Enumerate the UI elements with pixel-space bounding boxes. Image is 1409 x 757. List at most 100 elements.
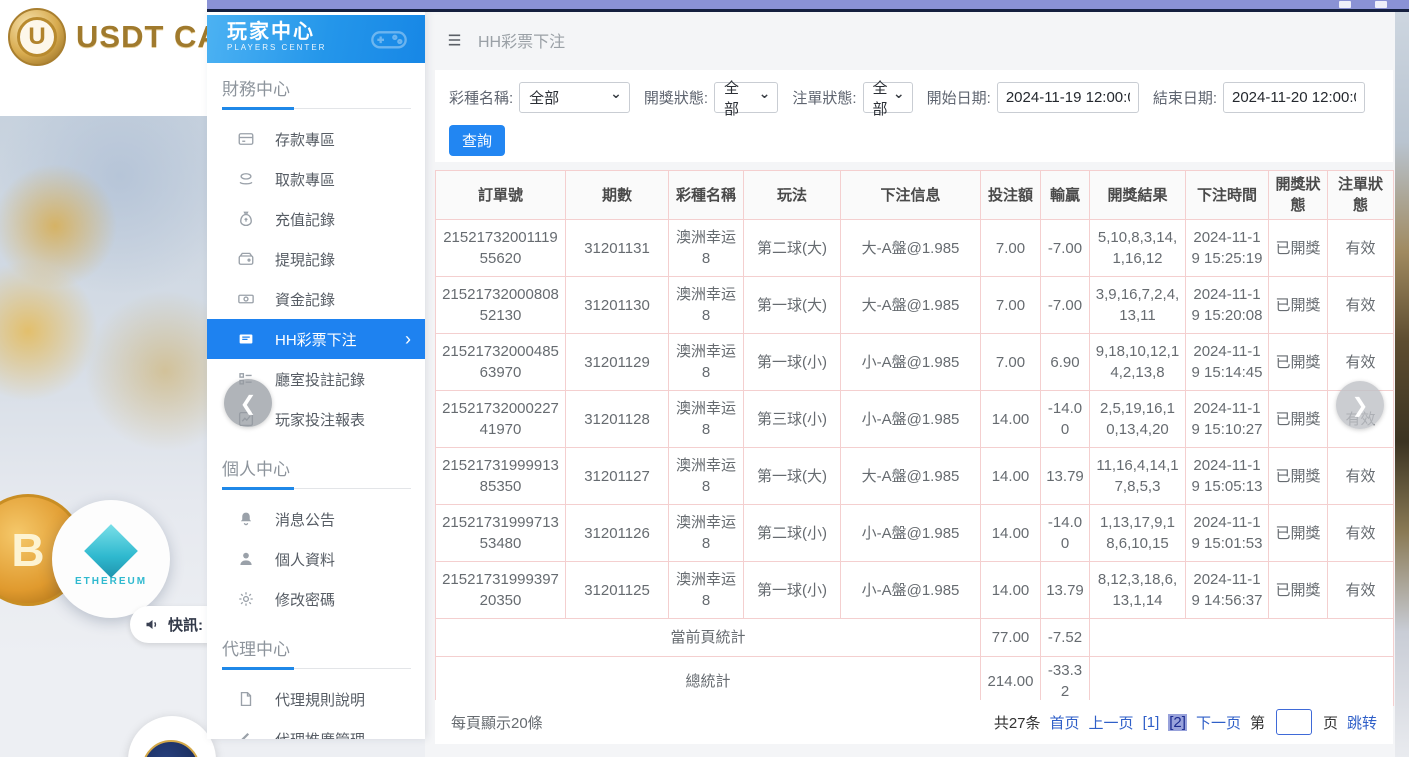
- sidebar-item[interactable]: 充值記錄: [207, 199, 425, 239]
- browser-top-strip: [207, 0, 1409, 9]
- lottery-name-label: 彩種名稱:: [449, 87, 513, 108]
- summary-label: 當前頁統計: [436, 619, 981, 657]
- column-header: 開獎結果: [1090, 171, 1186, 220]
- table-cell: 31201125: [566, 562, 669, 619]
- draw-status-select[interactable]: 全部: [714, 82, 778, 113]
- first-page-link[interactable]: 首页: [1050, 712, 1080, 733]
- prev-page-link[interactable]: 上一页: [1089, 712, 1134, 733]
- table-cell: 2024-11-19 15:25:19: [1186, 220, 1269, 277]
- sidebar-item[interactable]: 提現記錄: [207, 239, 425, 279]
- column-header: 玩法: [744, 171, 841, 220]
- sidebar-item[interactable]: HH彩票下注›: [207, 319, 425, 359]
- gear-icon: [237, 590, 255, 608]
- section-divider: [222, 107, 411, 110]
- table-cell: 已開獎: [1269, 277, 1328, 334]
- table-cell: 14.00: [981, 391, 1041, 448]
- table-cell: 澳洲幸运8: [669, 448, 744, 505]
- page-link[interactable]: [1]: [1143, 714, 1160, 731]
- order-status-select[interactable]: 全部: [863, 82, 913, 113]
- sidebar-item[interactable]: 消息公告: [207, 499, 425, 539]
- sidebar-section: 代理中心代理規則說明代理推廣管理: [207, 635, 425, 739]
- sidebar-item[interactable]: 代理規則說明: [207, 679, 425, 719]
- table-cell: 有效: [1328, 448, 1394, 505]
- next-page-link[interactable]: 下一页: [1196, 712, 1241, 733]
- sidebar-item[interactable]: 修改密碼: [207, 579, 425, 619]
- gamepad-icon: [363, 19, 415, 59]
- panel-expand-toggle[interactable]: ❯: [1336, 381, 1384, 429]
- table-cell: 第一球(大): [744, 277, 841, 334]
- bets-table-card: 訂單號期數彩種名稱玩法下注信息投注額輸贏開獎結果下注時間開獎狀態注單狀態 2152…: [435, 170, 1393, 706]
- table-cell: 澳洲幸运8: [669, 391, 744, 448]
- sidebar-item-label: 代理規則說明: [275, 689, 365, 710]
- sidebar-item[interactable]: 取款專區: [207, 159, 425, 199]
- column-header: 開獎狀態: [1269, 171, 1328, 220]
- table-row: 215217319997135348031201126澳洲幸运8第二球(小)小-…: [436, 505, 1394, 562]
- table-row: 215217320004856397031201129澳洲幸运8第一球(小)小-…: [436, 334, 1394, 391]
- table-cell: 2024-11-19 15:20:08: [1186, 277, 1269, 334]
- table-cell: 第一球(小): [744, 334, 841, 391]
- end-date-input[interactable]: [1223, 82, 1365, 113]
- main-content: HH彩票下注 彩種名稱: 全部 開獎狀態: 全部 注單狀態: 全部 開始日期: …: [425, 12, 1395, 757]
- table-cell: 31201127: [566, 448, 669, 505]
- hamburger-menu-icon[interactable]: [445, 32, 464, 48]
- table-row: 215217319999138535031201127澳洲幸运8第一球(大)大-…: [436, 448, 1394, 505]
- table-cell: 有效: [1328, 220, 1394, 277]
- sidebar-item[interactable]: 代理推廣管理: [207, 719, 425, 739]
- sidebar-item-label: 提現記錄: [275, 249, 335, 270]
- sidebar-item[interactable]: 資金記錄: [207, 279, 425, 319]
- page-summary-row: 當前頁統計77.00-7.52: [436, 619, 1394, 657]
- section-divider: [222, 487, 411, 490]
- table-cell: 6.90: [1041, 334, 1090, 391]
- table-cell: 已開獎: [1269, 448, 1328, 505]
- table-cell: 14.00: [981, 562, 1041, 619]
- jump-suffix-label: 页: [1323, 712, 1338, 733]
- table-cell: 澳洲幸运8: [669, 505, 744, 562]
- sidebar-collapse-toggle[interactable]: ❮: [224, 379, 272, 427]
- table-cell: 第一球(小): [744, 562, 841, 619]
- table-cell: 14.00: [981, 448, 1041, 505]
- lottery-name-select[interactable]: 全部: [519, 82, 630, 113]
- pager-controls: 共27条 首页 上一页 [1][2] 下一页 第 页 跳转: [994, 709, 1377, 735]
- sidebar-item-label: 個人資料: [275, 549, 335, 570]
- table-cell: 小-A盤@1.985: [841, 334, 981, 391]
- table-cell: 已開獎: [1269, 391, 1328, 448]
- table-row: 215217320008085213031201130澳洲幸运8第一球(大)大-…: [436, 277, 1394, 334]
- table-cell: 2152173199971353480: [436, 505, 566, 562]
- page-link[interactable]: [2]: [1168, 714, 1187, 731]
- section-divider: [222, 667, 411, 670]
- summary-win-loss: -33.32: [1041, 657, 1090, 706]
- casino-logo-icon: U: [8, 8, 66, 66]
- table-cell: 有效: [1328, 562, 1394, 619]
- table-cell: 2152173199991385350: [436, 448, 566, 505]
- jump-page-input[interactable]: [1276, 709, 1312, 735]
- order-status-value: 全部: [873, 77, 888, 119]
- news-ticker[interactable]: 快訊:: [130, 606, 210, 643]
- table-cell: 7.00: [981, 220, 1041, 277]
- logo-letter: U: [17, 17, 57, 57]
- column-header: 期數: [566, 171, 669, 220]
- table-row: 215217319993972035031201125澳洲幸运8第一球(小)小-…: [436, 562, 1394, 619]
- table-cell: 大-A盤@1.985: [841, 277, 981, 334]
- jump-button[interactable]: 跳转: [1347, 712, 1377, 733]
- draw-status-value: 全部: [724, 77, 753, 119]
- withdraw-icon: [237, 170, 255, 188]
- search-button[interactable]: 查詢: [449, 125, 505, 156]
- summary-bet-total: 214.00: [981, 657, 1041, 706]
- sidebar-item[interactable]: 個人資料: [207, 539, 425, 579]
- sidebar-item-label: 代理推廣管理: [275, 729, 365, 740]
- table-cell: 31201131: [566, 220, 669, 277]
- wallet-icon: [237, 250, 255, 268]
- table-header-row: 訂單號期數彩種名稱玩法下注信息投注額輸贏開獎結果下注時間開獎狀態注單狀態: [436, 171, 1394, 220]
- table-cell: -7.00: [1041, 220, 1090, 277]
- ethereum-coin-decoration: ETHEREUM: [52, 500, 170, 618]
- sidebar-item-label: 充值記錄: [275, 209, 335, 230]
- column-header: 下注時間: [1186, 171, 1269, 220]
- sidebar-item-label: 消息公告: [275, 509, 335, 530]
- table-cell: 澳洲幸运8: [669, 277, 744, 334]
- table-cell: 有效: [1328, 277, 1394, 334]
- card-icon: [237, 130, 255, 148]
- sidebar-item[interactable]: 存款專區: [207, 119, 425, 159]
- bell-icon: [237, 510, 255, 528]
- start-date-input[interactable]: [997, 82, 1139, 113]
- sidebar-item-label: 存款專區: [275, 129, 335, 150]
